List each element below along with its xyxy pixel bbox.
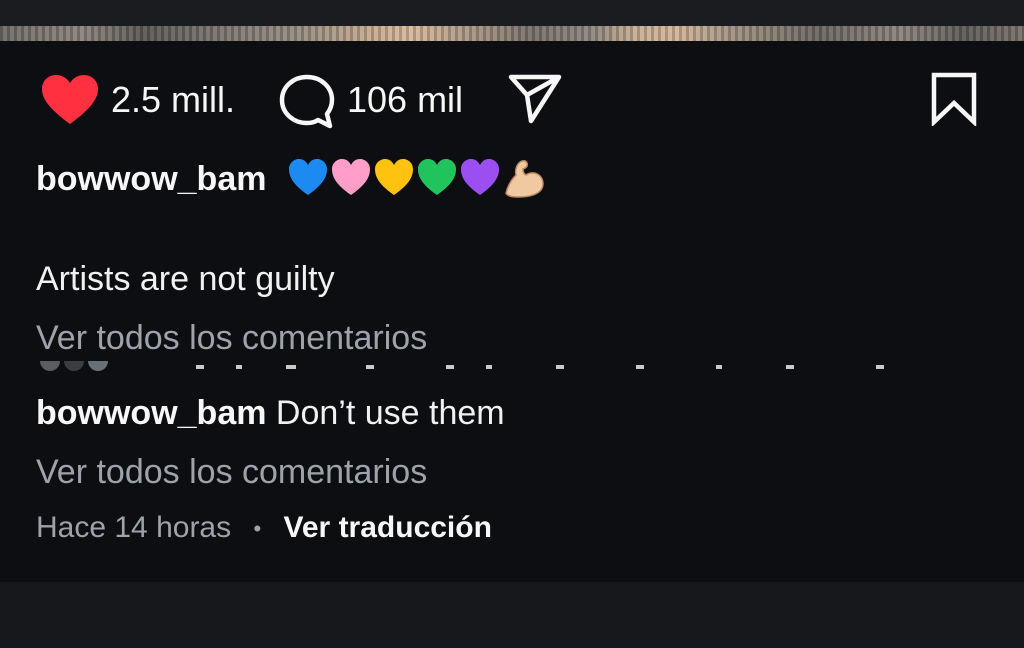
green-heart-icon bbox=[418, 159, 456, 195]
view-all-comments-link[interactable]: Ver todos los comentarios bbox=[36, 318, 427, 358]
yellow-heart-icon bbox=[375, 159, 413, 195]
heart-icon[interactable] bbox=[40, 74, 100, 126]
pink-heart-icon bbox=[332, 159, 370, 195]
comments-count[interactable]: 106 mil bbox=[347, 80, 463, 120]
post-image-edge[interactable] bbox=[0, 26, 1024, 41]
caption-username[interactable]: bowwow_bam bbox=[36, 159, 266, 199]
caption-text: Artists are not guilty bbox=[36, 260, 335, 298]
bookmark-icon[interactable] bbox=[930, 72, 978, 126]
comment-username[interactable]: bowwow_bam bbox=[36, 394, 266, 432]
likes-count[interactable]: 2.5 mill. bbox=[111, 80, 235, 120]
post-meta: Hace 14 horas • Ver traducción bbox=[36, 510, 492, 547]
overlapped-comment-row bbox=[36, 360, 916, 372]
status-area bbox=[0, 0, 1024, 26]
comment-bubble-icon[interactable] bbox=[278, 73, 336, 129]
comment-text: Don’t use them bbox=[275, 394, 505, 432]
purple-heart-icon bbox=[461, 159, 499, 195]
caption-emojis bbox=[286, 157, 546, 201]
see-translation-link[interactable]: Ver traducción bbox=[284, 511, 492, 544]
bottom-area bbox=[0, 582, 1024, 648]
comment-row: bowwow_bam Don’t use them bbox=[36, 393, 505, 433]
blue-heart-icon bbox=[289, 159, 327, 195]
partially-hidden-avatars bbox=[40, 360, 884, 371]
post-timestamp: Hace 14 horas bbox=[36, 511, 232, 544]
flexed-biceps-icon bbox=[505, 160, 544, 198]
post-action-bar: 2.5 mill. 106 mil bbox=[0, 70, 1024, 129]
instagram-post-screen: 2.5 mill. 106 mil bowwow_bam Artists are… bbox=[0, 0, 1024, 648]
view-all-comments-link-2[interactable]: Ver todos los comentarios bbox=[36, 452, 427, 492]
meta-separator: • bbox=[253, 516, 262, 542]
paper-plane-icon[interactable] bbox=[507, 73, 563, 125]
